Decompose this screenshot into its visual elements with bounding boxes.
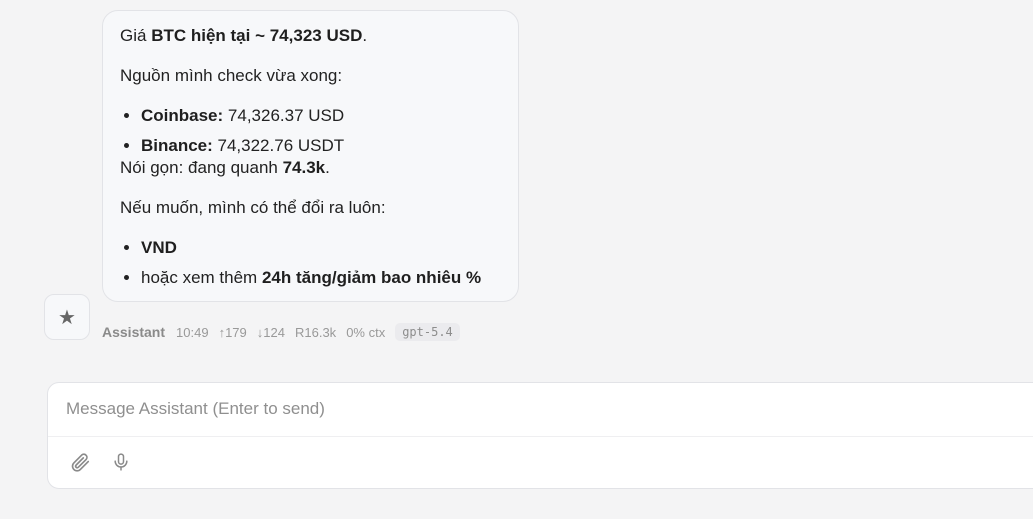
assistant-message-bubble: Giá BTC hiện tại ~ 74,323 USD. Nguồn mìn… [102,10,519,302]
list-item: Coinbase: 74,326.37 USD [141,105,500,127]
composer-divider [48,436,1033,437]
price-line: Giá BTC hiện tại ~ 74,323 USD. [120,26,368,45]
assistant-avatar: ★ [44,294,90,340]
message-meta: Assistant 10:49 ↑179 ↓124 R16.3k 0% ctx … [102,323,460,341]
microphone-button[interactable] [108,449,134,475]
sources-list: Coinbase: 74,326.37 USD Binance: 74,322.… [120,105,500,157]
context-usage: 0% ctx [346,324,386,340]
tokens-up: ↑179 [218,324,247,340]
summary-line: Nói gọn: đang quanh 74.3k. [120,158,330,177]
reads-count: R16.3k [294,324,337,340]
model-badge: gpt-5.4 [395,323,460,341]
message-composer [47,382,1033,489]
sender-name: Assistant [102,324,166,340]
tokens-down: ↓124 [256,324,285,340]
options-list: VND hoặc xem thêm 24h tăng/giảm bao nhiê… [120,237,500,289]
star-icon: ★ [58,306,76,329]
list-item: Binance: 74,322.76 USDT [141,135,500,157]
offer-intro: Nếu muốn, mình có thể đổi ra luôn: [120,198,386,217]
sources-intro: Nguồn mình check vừa xong: [120,66,343,85]
paperclip-icon [71,453,90,472]
list-item: hoặc xem thêm 24h tăng/giảm bao nhiêu % [141,267,500,289]
timestamp: 10:49 [176,324,209,340]
message-input[interactable] [48,383,1033,435]
attach-button[interactable] [67,449,93,475]
list-item: VND [141,237,500,259]
microphone-icon [114,453,128,471]
